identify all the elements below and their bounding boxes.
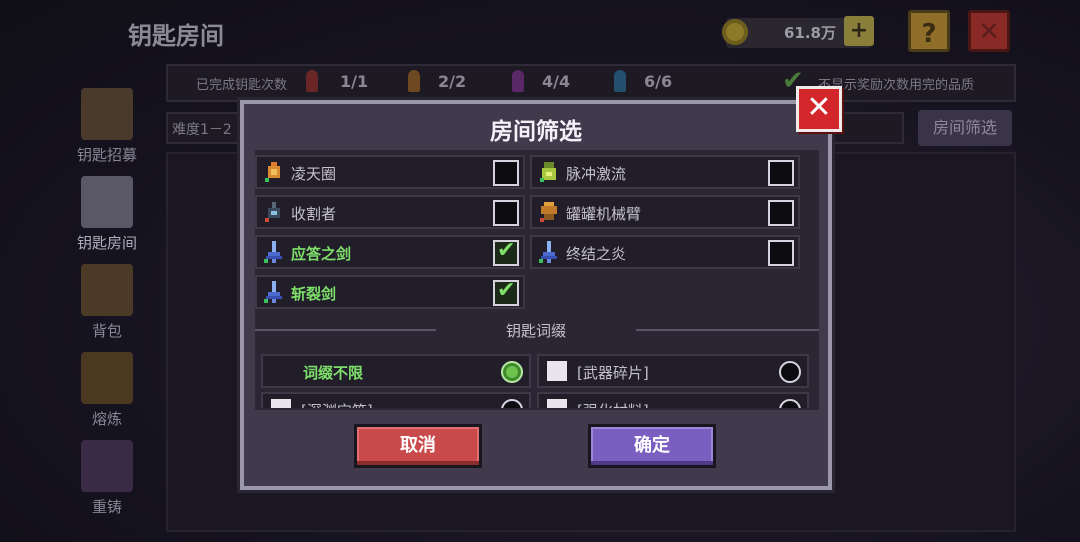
gate-icon: [81, 88, 133, 140]
affix-label: 词缀不限: [303, 364, 364, 382]
affix-radio[interactable]: [779, 361, 801, 383]
filter-item-label: 凌天圈: [291, 165, 337, 183]
sidebar-label: 熔炼: [91, 410, 122, 428]
search-field[interactable]: [832, 112, 904, 144]
filter-item-shougezhe[interactable]: 收割者: [255, 195, 525, 229]
anvil-icon: [81, 440, 133, 492]
sword-icon: [263, 240, 285, 264]
affix-option-any[interactable]: 词缀不限: [261, 354, 531, 388]
sidebar-label: 钥匙房间: [76, 234, 137, 252]
blue-key-icon: [614, 70, 626, 92]
affix-label: [强化材料]: [577, 400, 649, 408]
coin-icon: [722, 19, 748, 45]
check-icon: ✔: [497, 238, 516, 263]
sidebar-item-backpack[interactable]: 背包: [72, 264, 142, 341]
furnace-icon: [81, 352, 133, 404]
filter-checkbox[interactable]: [768, 240, 794, 266]
filter-item-zhongjiezhiyan[interactable]: 终结之炎: [530, 235, 800, 269]
filter-item-yingdazhijian[interactable]: 应答之剑 ✔: [255, 235, 525, 269]
confirm-button[interactable]: 确定: [588, 424, 716, 468]
affix-label: [深渊宝箱]: [301, 400, 373, 408]
help-button[interactable]: ?: [908, 10, 950, 52]
sidebar-label: 钥匙招募: [76, 146, 137, 164]
upgrade-material-icon: [547, 399, 567, 408]
key-room-icon: [81, 176, 133, 228]
ring-weapon-icon: [263, 160, 285, 184]
coin-value: 61.8万: [783, 24, 836, 42]
sidebar-item-key-room[interactable]: 钥匙房间: [72, 176, 142, 253]
filter-item-label: 收割者: [291, 205, 337, 223]
add-coins-button[interactable]: +: [844, 16, 874, 46]
affix-option-weapon-fragment[interactable]: [武器碎片]: [537, 354, 809, 388]
affix-option-abyss-chest[interactable]: [深渊宝箱]: [261, 392, 531, 408]
red-key-count: 1/1: [340, 72, 369, 91]
difficulty-label: 难度1－2: [172, 122, 232, 138]
filter-item-label: 脉冲激流: [566, 165, 627, 183]
chest-icon: [271, 399, 291, 408]
filter-checkbox-checked[interactable]: ✔: [493, 278, 519, 306]
filter-item-zhanliejian[interactable]: 斩裂剑 ✔: [255, 275, 525, 309]
filter-item-lingtianquan[interactable]: 凌天圈: [255, 155, 525, 189]
filter-item-guanguanjixiebi[interactable]: 罐罐机械臂: [530, 195, 800, 229]
cancel-button[interactable]: 取消: [354, 424, 482, 468]
filter-item-label: 应答之剑: [291, 245, 352, 263]
sword-icon: [263, 280, 285, 304]
completed-keys-label: 已完成钥匙次数: [196, 78, 288, 93]
affix-radio[interactable]: [779, 399, 801, 408]
mech-arm-icon: [538, 200, 560, 224]
key-affix-section-label: 钥匙词缀: [436, 320, 636, 341]
check-icon: ✔: [497, 278, 516, 303]
close-dialog-button[interactable]: ✕: [796, 86, 842, 132]
close-page-button[interactable]: ✕: [968, 10, 1010, 52]
sidebar-item-recast[interactable]: 重铸: [72, 440, 142, 517]
filter-checkbox[interactable]: [768, 160, 794, 186]
filter-checkbox[interactable]: [493, 160, 519, 186]
red-key-icon: [306, 70, 318, 92]
purple-key-count: 4/4: [542, 72, 571, 91]
sidebar-label: 背包: [91, 322, 122, 340]
affix-radio-selected[interactable]: [501, 361, 523, 383]
affix-option-upgrade-material[interactable]: [强化材料]: [537, 392, 809, 408]
purple-key-icon: [512, 70, 524, 92]
room-filter-button[interactable]: 房间筛选: [918, 110, 1012, 146]
filter-item-maichongjiliu[interactable]: 脉冲激流: [530, 155, 800, 189]
affix-radio[interactable]: [501, 399, 523, 408]
weapon-fragment-icon: [547, 361, 567, 381]
pulse-gun-icon: [538, 160, 560, 184]
filter-checkbox-checked[interactable]: ✔: [493, 238, 519, 266]
dialog-title: 房间筛选: [490, 119, 582, 145]
filter-item-label: 终结之炎: [566, 245, 627, 263]
orange-key-count: 2/2: [438, 72, 467, 91]
flame-sword-icon: [538, 240, 560, 264]
blue-key-count: 6/6: [644, 72, 673, 91]
sidebar-item-smelt[interactable]: 熔炼: [72, 352, 142, 429]
sidebar-item-key-recruit[interactable]: 钥匙招募: [72, 88, 142, 165]
filter-item-label: 斩裂剑: [291, 285, 337, 303]
backpack-icon: [81, 264, 133, 316]
affix-scroll-area[interactable]: 词缀不限 [武器碎片] [深渊宝箱] [强化材料]: [255, 352, 819, 408]
affix-label: [武器碎片]: [577, 364, 649, 382]
page-title: 钥匙房间: [128, 22, 224, 50]
filter-checkbox[interactable]: [768, 200, 794, 226]
filter-item-label: 罐罐机械臂: [566, 205, 642, 223]
orange-key-icon: [408, 70, 420, 92]
sidebar-label: 重铸: [91, 498, 122, 516]
filter-checkbox[interactable]: [493, 200, 519, 226]
reaper-icon: [263, 200, 285, 224]
